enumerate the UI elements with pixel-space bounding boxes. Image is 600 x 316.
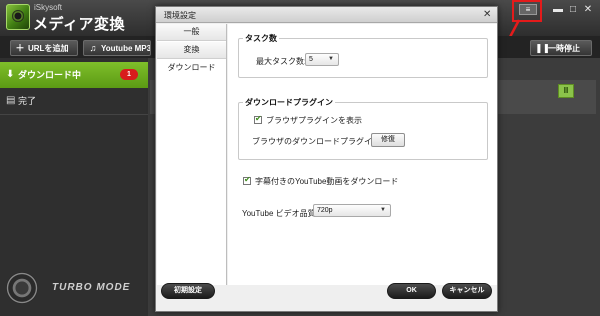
show-browser-plugin-checkbox[interactable]: ✔: [254, 114, 262, 124]
pause-all-button[interactable]: ❚❚一時停止: [530, 40, 592, 56]
preferences-dialog: 環境設定 ✕ 一般 変換 ダウンロード タスク数 最大タスク数: 5 ▼ ダウン…: [155, 6, 498, 312]
menu-icon[interactable]: ≡: [519, 4, 537, 15]
checkmark-icon: ✔: [244, 175, 251, 184]
reset-defaults-button[interactable]: 初期設定: [161, 283, 215, 299]
music-note-icon: ♫: [89, 43, 97, 53]
tab-general[interactable]: 一般: [157, 24, 226, 41]
downloading-count-badge: 1: [120, 69, 138, 80]
turbo-mode-icon: [6, 272, 38, 304]
ok-button[interactable]: OK: [387, 283, 436, 299]
show-browser-plugin-label: ブラウザプラグインを表示: [266, 116, 362, 125]
download-settings-pane: タスク数 最大タスク数: 5 ▼ ダウンロードプラグイン ✔ ブラウザプラグイン…: [228, 24, 497, 285]
close-icon[interactable]: ✕: [581, 4, 595, 16]
sidebar-item-label: ダウンロード中: [18, 70, 82, 80]
cancel-button[interactable]: キャンセル: [442, 283, 492, 299]
video-quality-value: 720p: [317, 207, 333, 214]
pause-all-label: 一時停止: [548, 44, 580, 53]
dialog-title: 環境設定: [164, 11, 196, 20]
video-quality-select[interactable]: 720p ▼: [313, 204, 391, 217]
task-count-legend: タスク数: [243, 33, 279, 44]
task-count-group: タスク数 最大タスク数: 5 ▼: [238, 33, 488, 78]
maximize-icon[interactable]: □: [566, 4, 580, 16]
tab-download[interactable]: ダウンロード: [157, 60, 226, 77]
repair-button[interactable]: 修復: [371, 133, 405, 147]
turbo-mode-toggle[interactable]: TURBO MODE: [4, 272, 144, 304]
pause-icon: ❚❚: [535, 43, 551, 53]
max-tasks-select[interactable]: 5 ▼: [305, 53, 339, 66]
completed-icon: ▤: [6, 95, 16, 106]
app-logo-icon: [6, 4, 30, 30]
max-tasks-value: 5: [309, 56, 313, 63]
brand-name: iSkysoft: [34, 3, 63, 12]
turbo-mode-label: TURBO MODE: [52, 282, 131, 293]
app-title: メディア変換: [33, 15, 125, 33]
app-window: iSkysoft メディア変換 ≡ ▬ □ ✕ ＋ URLを追加 ♫ Youtube…: [0, 0, 600, 316]
add-url-label: URLを追加: [28, 44, 69, 53]
youtube-mp3-button[interactable]: ♫ Youtube MP3: [83, 40, 151, 56]
dialog-close-icon[interactable]: ✕: [483, 9, 491, 20]
settings-tab-list: 一般 変換 ダウンロード: [157, 24, 227, 285]
sidebar-item-label: 完了: [18, 96, 37, 106]
download-plugin-legend: ダウンロードプラグイン: [243, 97, 335, 108]
tab-convert[interactable]: 変換: [157, 42, 226, 59]
video-quality-label: YouTube ビデオ品質:: [242, 209, 318, 218]
chevron-down-icon: ▼: [328, 56, 334, 62]
youtube-mp3-label: Youtube MP3: [101, 44, 151, 53]
chevron-down-icon: ▼: [380, 207, 386, 213]
add-url-button[interactable]: ＋ URLを追加: [10, 40, 78, 56]
minimize-icon[interactable]: ▬: [551, 4, 565, 16]
row-pause-icon[interactable]: II: [558, 84, 574, 98]
download-icon: ⬇: [6, 69, 15, 80]
plus-icon: ＋: [15, 43, 25, 53]
browser-plugin-label: ブラウザのダウンロードプラグイン:: [252, 137, 383, 146]
subtitle-download-checkbox[interactable]: ✔: [243, 175, 251, 185]
sidebar-item-completed[interactable]: ▤ 完了: [0, 89, 148, 113]
max-tasks-label: 最大タスク数:: [256, 57, 307, 66]
sidebar-divider: [0, 114, 148, 115]
checkmark-icon: ✔: [255, 114, 262, 123]
download-plugin-group: ダウンロードプラグイン ✔ ブラウザプラグインを表示 ブラウザのダウンロードプラ…: [238, 97, 488, 160]
subtitle-download-label: 字幕付きのYouTube動画をダウンロード: [255, 177, 399, 186]
dialog-title-bar: 環境設定 ✕: [156, 7, 497, 23]
